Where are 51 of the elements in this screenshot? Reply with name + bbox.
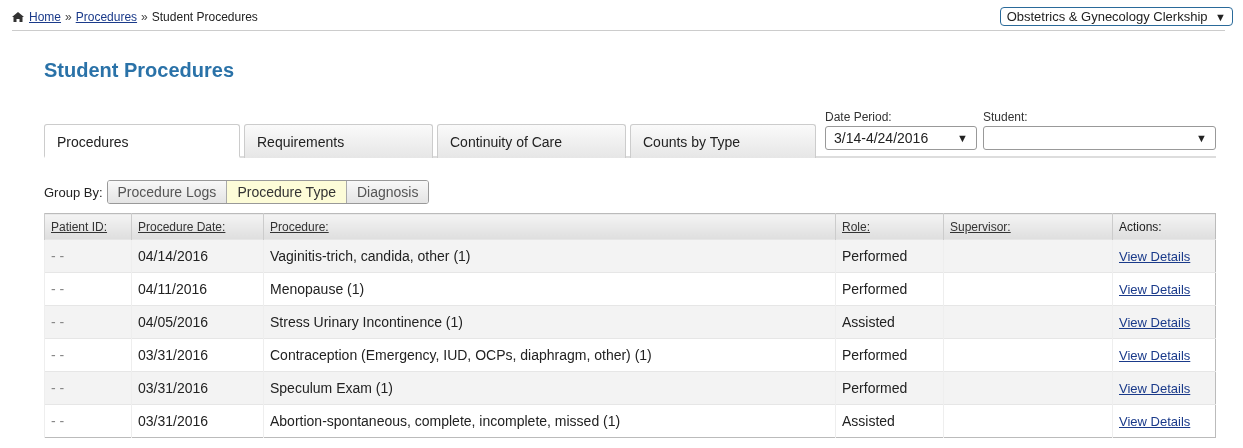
home-icon — [12, 11, 24, 22]
tab[interactable]: Continuity of Care — [437, 124, 626, 158]
table-cell: 04/14/2016 — [138, 248, 209, 264]
table-cell: Performed — [842, 281, 908, 297]
table-cell: - - — [51, 413, 65, 429]
table-cell: Speculum Exam (1) — [270, 380, 393, 396]
column-header[interactable]: Procedure: — [270, 219, 329, 234]
group-by-option[interactable]: Procedure Logs — [107, 181, 227, 203]
table-cell: - - — [51, 347, 65, 363]
table-cell: - - — [51, 248, 65, 264]
table-cell: - - — [51, 380, 65, 396]
table-cell: 04/05/2016 — [138, 314, 209, 330]
table-cell: 03/31/2016 — [138, 380, 209, 396]
tab[interactable]: Procedures — [44, 124, 240, 158]
table-cell: - - — [51, 281, 65, 297]
table-cell: Performed — [842, 380, 908, 396]
table-cell: Abortion-spontaneous, complete, incomplete, missed (1) — [270, 413, 621, 429]
group-by-option[interactable]: Procedure Type — [226, 181, 346, 203]
table-cell: Assisted — [842, 413, 895, 429]
table-cell: Assisted — [842, 314, 895, 330]
clerkship-select[interactable]: Obstetrics & Gynecology Clerkship ▼ — [999, 7, 1233, 26]
page-title: Student Procedures — [44, 59, 236, 82]
breadcrumb-link[interactable]: Procedures — [75, 9, 138, 24]
dropdown-field[interactable]: 3/14-4/24/2016 ▼ — [825, 126, 977, 150]
view-details-link[interactable]: View Details — [1119, 282, 1191, 297]
table-cell: Contraception (Emergency, IUD, OCPs, diaphragm, other) (1) — [270, 347, 652, 363]
column-header: Actions: — [1119, 219, 1162, 234]
table-cell: Performed — [842, 347, 908, 363]
breadcrumb-separator: » — [65, 9, 72, 24]
breadcrumb-link[interactable]: Home — [29, 9, 61, 24]
table-cell: Performed — [842, 248, 908, 264]
group-by-label: Group By: — [44, 184, 103, 200]
table-cell: - - — [51, 314, 65, 330]
view-details-link[interactable]: View Details — [1119, 414, 1191, 429]
table-cell: Vaginitis-trich, candida, other (1) — [270, 248, 471, 264]
filter-label: Student: — [983, 110, 1029, 124]
view-details-link[interactable]: View Details — [1119, 348, 1191, 363]
tab[interactable]: Counts by Type — [630, 124, 816, 158]
column-header[interactable]: Supervisor: — [950, 219, 1011, 234]
table-cell: Stress Urinary Incontinence (1) — [270, 314, 463, 330]
table-cell: Menopause (1) — [270, 281, 365, 297]
column-header[interactable]: Role: — [842, 219, 870, 234]
breadcrumb-separator: » — [141, 9, 148, 24]
table-cell: 03/31/2016 — [138, 347, 209, 363]
group-by-option[interactable]: Diagnosis — [345, 181, 429, 203]
dropdown-field[interactable]: ▼ — [983, 126, 1216, 150]
breadcrumb-current: Student Procedures — [151, 9, 258, 24]
filter-label: Date Period: — [825, 110, 893, 124]
table-cell: 03/31/2016 — [138, 413, 209, 429]
table-cell: 04/11/2016 — [138, 281, 208, 297]
tab[interactable]: Requirements — [244, 124, 433, 158]
